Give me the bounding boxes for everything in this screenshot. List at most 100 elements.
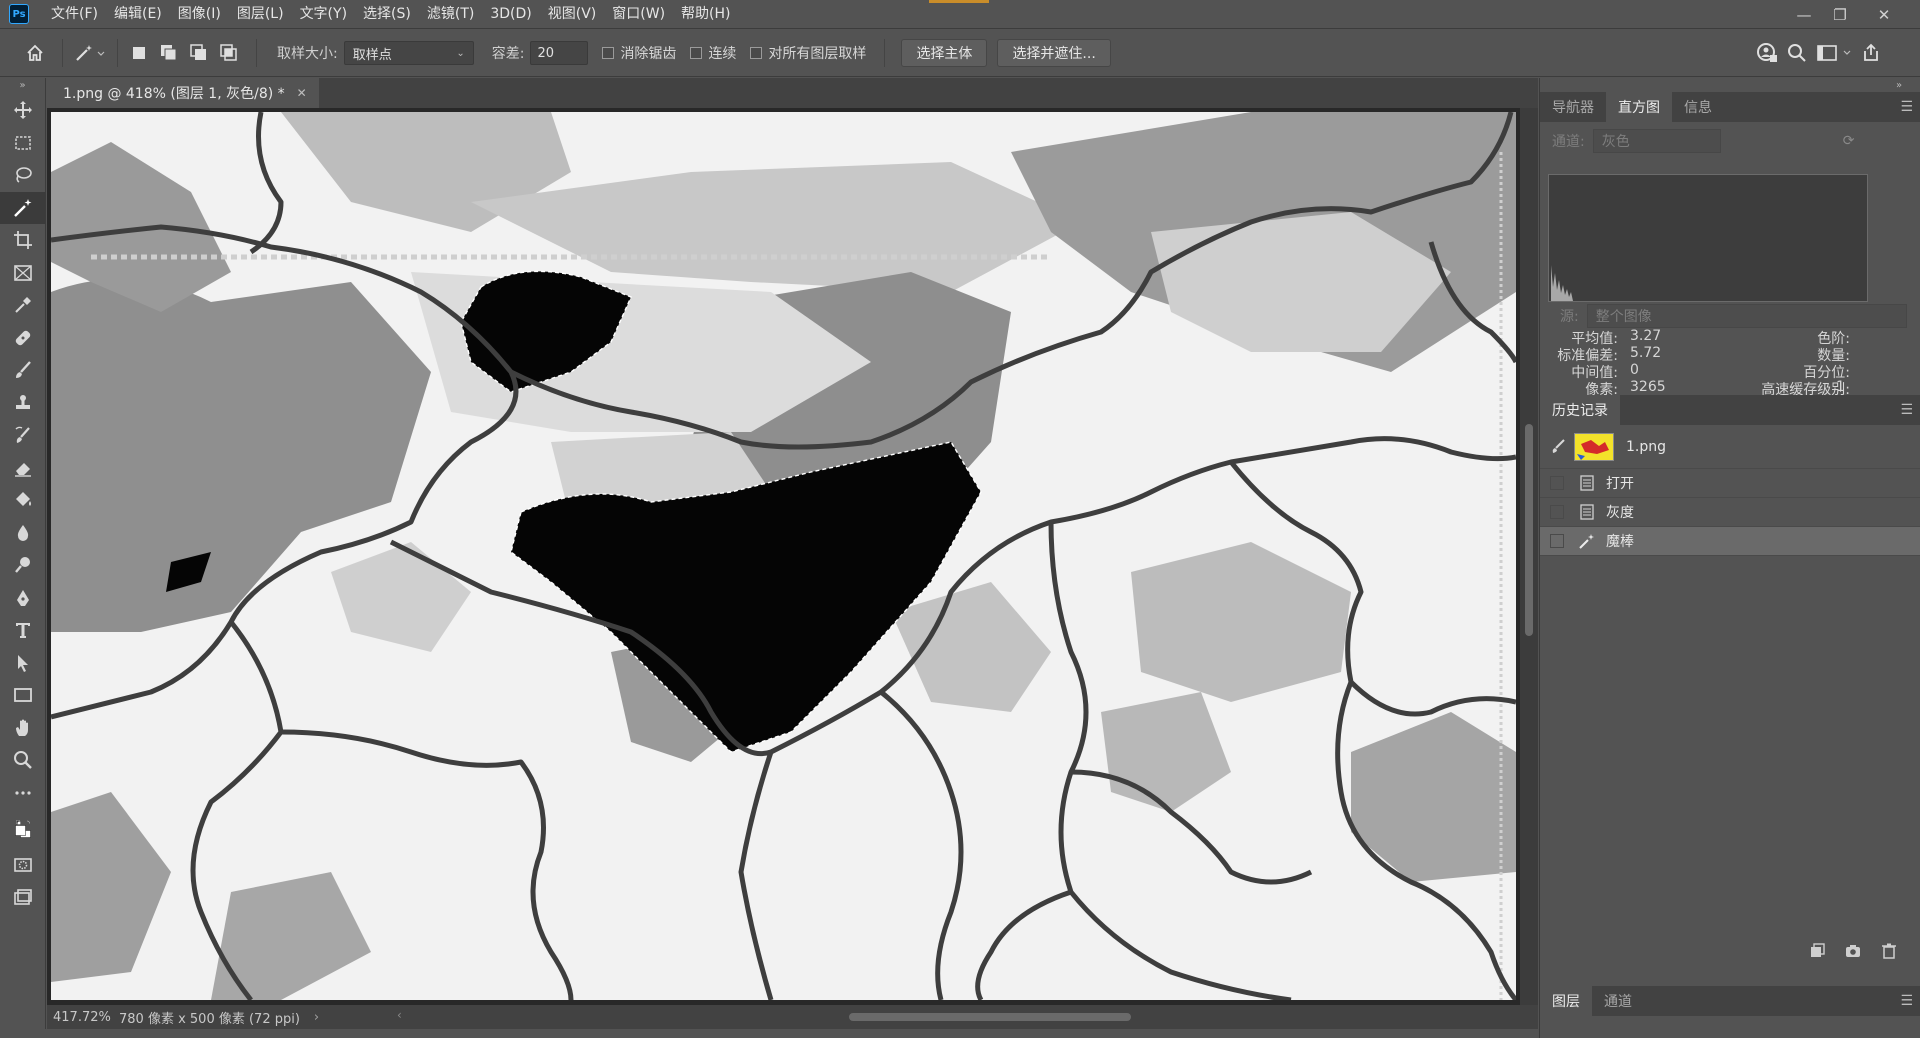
rectangle-tool-icon[interactable]: [0, 679, 46, 712]
horizontal-scrollbar[interactable]: ‹: [397, 1008, 1527, 1023]
scrollbar-thumb[interactable]: [1525, 424, 1533, 636]
menu-filter[interactable]: 滤镜(T): [419, 0, 482, 29]
chevron-down-icon: ⌄: [456, 47, 465, 59]
menu-image[interactable]: 图像(I): [170, 0, 229, 29]
history-item[interactable]: 打开: [1540, 469, 1920, 498]
select-and-mask-button[interactable]: 选择并遮住...: [997, 39, 1111, 67]
tab-history[interactable]: 历史记录: [1540, 395, 1620, 425]
tab-histogram[interactable]: 直方图: [1606, 92, 1672, 122]
more-tools-icon[interactable]: [0, 777, 46, 810]
channel-dropdown[interactable]: 灰色: [1592, 129, 1721, 153]
document-canvas[interactable]: [51, 112, 1516, 1000]
source-dropdown[interactable]: 整个图像: [1586, 304, 1907, 328]
history-checkbox[interactable]: [1550, 505, 1564, 519]
panel-menu-icon[interactable]: ☰: [1900, 993, 1913, 1009]
paint-bucket-tool-icon[interactable]: [0, 484, 46, 517]
quick-mask-icon[interactable]: [0, 849, 46, 882]
chevron-right-icon[interactable]: ›: [314, 1010, 319, 1025]
anti-alias-checkbox[interactable]: 消除锯齿: [602, 43, 676, 63]
add-selection-icon[interactable]: [154, 38, 184, 68]
path-selection-tool-icon[interactable]: [0, 647, 46, 680]
menu-type[interactable]: 文字(Y): [292, 0, 355, 29]
dodge-tool-icon[interactable]: [0, 549, 46, 582]
workspace-icon[interactable]: [1812, 38, 1856, 68]
options-bar: 取样大小: 取样点 ⌄ 容差: 20 消除锯齿 连续 对所有图层取样 选择主体 …: [0, 30, 1920, 77]
checkbox-box: [690, 47, 703, 59]
eyedropper-tool-icon[interactable]: [0, 289, 46, 322]
minimize-icon[interactable]: —: [1786, 0, 1822, 29]
history-brush-tool-icon[interactable]: [0, 419, 46, 452]
history-snapshot[interactable]: 1.png: [1540, 425, 1920, 469]
menu-3d[interactable]: 3D(D): [482, 0, 539, 29]
tab-info[interactable]: 信息: [1672, 92, 1724, 122]
screen-mode-icon[interactable]: [0, 882, 46, 915]
color-swatches[interactable]: [0, 809, 46, 849]
document-tab[interactable]: 1.png @ 418% (图层 1, 灰色/8) * ✕: [47, 78, 319, 108]
marquee-tool-icon[interactable]: [0, 127, 46, 160]
camera-icon[interactable]: [1835, 939, 1871, 963]
pixels-value: 3265: [1630, 379, 1666, 395]
refresh-icon[interactable]: ⟳: [1843, 133, 1855, 149]
channel-value: 灰色: [1601, 134, 1630, 150]
close-tab-icon[interactable]: ✕: [297, 86, 307, 100]
history-brush-source-icon[interactable]: [1550, 437, 1568, 459]
tolerance-label: 容差:: [491, 46, 525, 62]
vertical-scrollbar[interactable]: [1520, 108, 1538, 1005]
menu-window[interactable]: 窗口(W): [604, 0, 673, 29]
search-icon[interactable]: [1782, 38, 1812, 68]
discover-icon[interactable]: [1752, 38, 1782, 68]
select-subject-button[interactable]: 选择主体: [901, 39, 988, 67]
panel-menu-icon[interactable]: ☰: [1900, 99, 1913, 115]
zoom-tool-icon[interactable]: [0, 744, 46, 777]
menu-file[interactable]: 文件(F): [43, 0, 106, 29]
history-checkbox[interactable]: [1550, 534, 1564, 548]
subtract-selection-icon[interactable]: [184, 38, 214, 68]
menu-edit[interactable]: 编辑(E): [106, 0, 170, 29]
share-icon[interactable]: [1856, 38, 1886, 68]
menu-select[interactable]: 选择(S): [355, 0, 419, 29]
eraser-tool-icon[interactable]: [0, 452, 46, 485]
hand-tool-icon[interactable]: [0, 712, 46, 745]
tolerance-input[interactable]: 20: [530, 41, 589, 65]
new-selection-icon[interactable]: [124, 38, 154, 68]
magic-wand-tool-icon[interactable]: [0, 191, 46, 224]
menu-help[interactable]: 帮助(H): [673, 0, 738, 29]
histogram-panel-header: 导航器 直方图 信息 ☰: [1540, 92, 1920, 122]
collapse-icon[interactable]: »: [0, 78, 45, 94]
scrollbar-thumb[interactable]: [849, 1013, 1131, 1021]
restore-icon[interactable]: ❐: [1822, 0, 1858, 29]
frame-tool-icon[interactable]: [0, 257, 46, 290]
healing-brush-tool-icon[interactable]: [0, 322, 46, 355]
tool-preset-icon[interactable]: [69, 38, 111, 68]
pen-tool-icon[interactable]: [0, 582, 46, 615]
menu-view[interactable]: 视图(V): [540, 0, 605, 29]
tab-layers[interactable]: 图层: [1540, 986, 1592, 1016]
panel-menu-icon[interactable]: ☰: [1900, 402, 1913, 418]
canvas-area[interactable]: [47, 108, 1520, 1005]
scroll-left-icon[interactable]: ‹: [397, 1008, 402, 1022]
menu-layer[interactable]: 图层(L): [229, 0, 292, 29]
history-item-label: 打开: [1606, 476, 1634, 492]
crop-tool-icon[interactable]: [0, 224, 46, 257]
sample-all-layers-checkbox[interactable]: 对所有图层取样: [750, 43, 866, 63]
separator: [256, 39, 257, 67]
tab-channels[interactable]: 通道: [1592, 986, 1644, 1016]
home-icon[interactable]: [20, 38, 50, 68]
zoom-level[interactable]: 417.72%: [47, 1010, 111, 1025]
sample-size-dropdown[interactable]: 取样点 ⌄: [343, 41, 474, 65]
stamp-tool-icon[interactable]: [0, 387, 46, 420]
type-tool-icon[interactable]: [0, 614, 46, 647]
tab-navigator[interactable]: 导航器: [1540, 92, 1606, 122]
history-item[interactable]: 灰度: [1540, 498, 1920, 527]
history-item[interactable]: 魔棒: [1540, 527, 1920, 556]
lasso-tool-icon[interactable]: [0, 159, 46, 192]
new-document-from-state-icon[interactable]: [1799, 939, 1835, 963]
trash-icon[interactable]: [1871, 939, 1907, 963]
close-icon[interactable]: ✕: [1866, 0, 1902, 29]
intersect-selection-icon[interactable]: [214, 38, 244, 68]
brush-tool-icon[interactable]: [0, 354, 46, 387]
contiguous-checkbox[interactable]: 连续: [690, 43, 736, 63]
blur-tool-icon[interactable]: [0, 517, 46, 550]
history-checkbox[interactable]: [1550, 476, 1564, 490]
move-tool-icon[interactable]: [0, 94, 46, 127]
